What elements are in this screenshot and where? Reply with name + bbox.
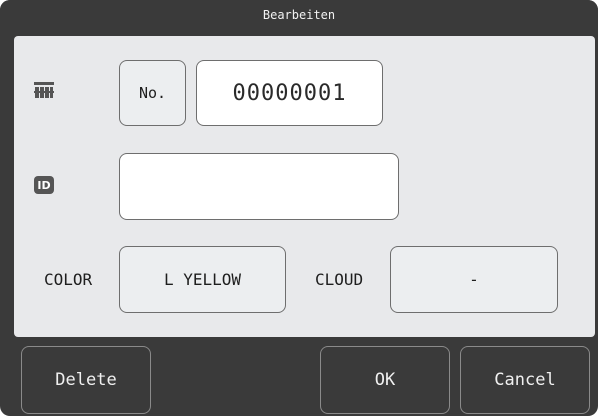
id-input[interactable]: [119, 153, 399, 220]
edit-dialog: Bearbeiten No. 00000001 ID COLOR L YELLO…: [0, 0, 598, 416]
color-button[interactable]: L YELLOW: [119, 246, 286, 313]
edit-panel: No. 00000001 ID COLOR L YELLOW CLOUD -: [14, 36, 595, 337]
number-button[interactable]: No.: [119, 60, 186, 126]
color-label: COLOR: [44, 269, 93, 289]
rack-icon: [34, 82, 54, 100]
delete-button[interactable]: Delete: [21, 346, 151, 414]
cloud-button[interactable]: -: [390, 246, 558, 313]
id-badge-icon: ID: [34, 176, 54, 194]
cloud-label: CLOUD: [315, 269, 364, 289]
dialog-title: Bearbeiten: [0, 0, 598, 30]
cancel-button[interactable]: Cancel: [460, 346, 590, 414]
ok-button[interactable]: OK: [320, 346, 450, 414]
number-field[interactable]: 00000001: [196, 60, 383, 126]
